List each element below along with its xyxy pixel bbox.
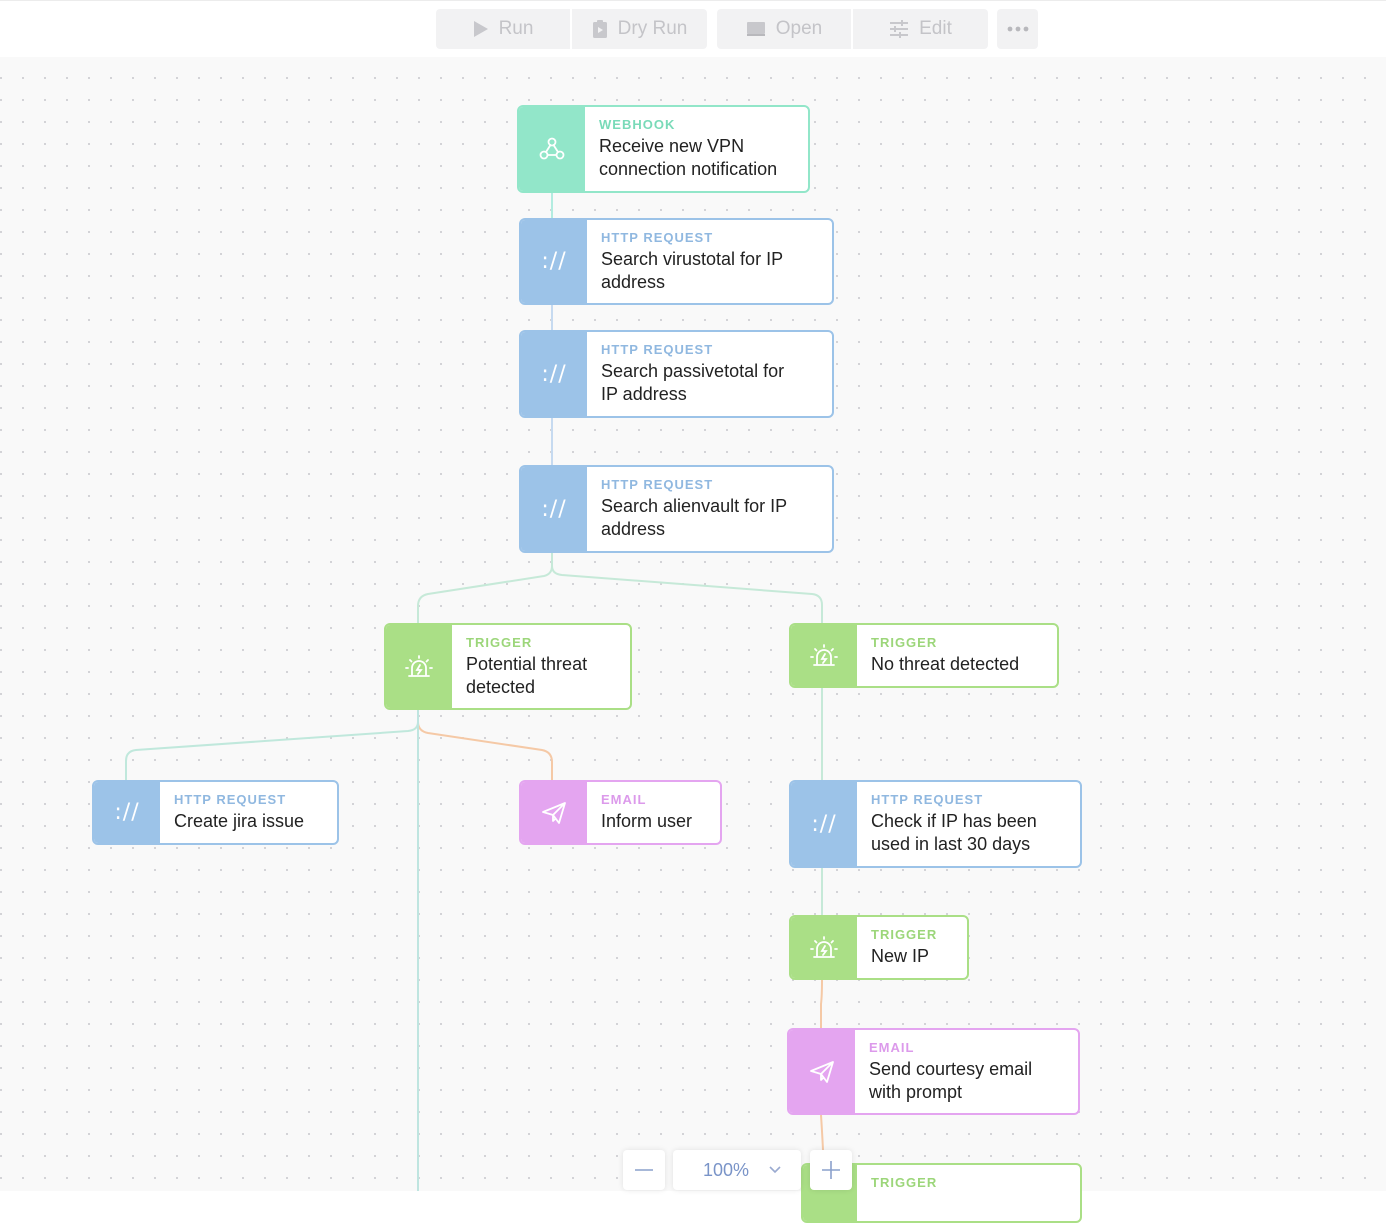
node-trigger-potential-threat[interactable]: TRIGGER Potential threat detected (384, 623, 632, 710)
node-title: Search passivetotal for IP address (601, 361, 785, 404)
node-email-inform-user[interactable]: EMAIL Inform user (519, 780, 722, 845)
node-title: Inform user (601, 811, 693, 831)
node-check-ip-used[interactable]: :// HTTP REQUEST Check if IP has been us… (789, 780, 1082, 868)
node-title: Search virustotal for IP address (601, 249, 784, 292)
edge-threat-jira (125, 710, 419, 780)
zoom-in-button[interactable] (810, 1150, 852, 1190)
node-search-alienvault[interactable]: :// HTTP REQUEST Search alienvault for I… (519, 465, 834, 553)
node-type-label: EMAIL (601, 792, 647, 807)
node-type-label: WEBHOOK (599, 117, 676, 132)
node-webhook-receive-vpn[interactable]: WEBHOOK Receive new VPN connection notif… (517, 105, 810, 193)
siren-alarm-icon (791, 917, 857, 978)
zoom-level-select[interactable]: 100% (673, 1150, 801, 1190)
minus-icon (635, 1169, 653, 1171)
node-title: Search alienvault for IP address (601, 496, 788, 539)
node-title: Create jira issue (174, 811, 305, 831)
siren-alarm-icon (791, 625, 857, 686)
node-type-label: HTTP REQUEST (601, 230, 714, 245)
edge-threat-inform-user (417, 721, 553, 780)
node-type-label: HTTP REQUEST (601, 477, 714, 492)
node-type-label: TRIGGER (871, 927, 938, 942)
siren-alarm-icon (386, 625, 452, 708)
node-title: No threat detected (871, 654, 1020, 674)
node-title: Check if IP has been used in last 30 day… (871, 811, 1037, 854)
plus-icon (822, 1161, 840, 1179)
node-search-passivetotal[interactable]: :// HTTP REQUEST Search passivetotal for… (519, 330, 834, 418)
paper-plane-icon (789, 1030, 855, 1113)
node-type-label: HTTP REQUEST (174, 792, 287, 807)
edge-courtesy-trigger (820, 1114, 824, 1151)
edge-alienvault-no-threat (551, 565, 823, 623)
node-search-virustotal[interactable]: :// HTTP REQUEST Search virustotal for I… (519, 218, 834, 305)
zoom-level: 100% (702, 1159, 750, 1180)
node-email-courtesy[interactable]: EMAIL Send courtesy email with prompt (787, 1028, 1080, 1115)
node-type-label: HTTP REQUEST (601, 342, 714, 357)
node-type-label: TRIGGER (871, 635, 938, 650)
edge-alienvault-potential-threat (417, 553, 553, 623)
chevron-down-icon (769, 1166, 781, 1174)
http-protocol-icon: :// (521, 467, 587, 551)
http-protocol-icon: :// (521, 332, 587, 416)
webhook-icon (519, 107, 585, 191)
node-type-label: HTTP REQUEST (871, 792, 984, 807)
node-trigger-no-threat[interactable]: TRIGGER No threat detected (789, 623, 1059, 688)
node-title: Potential threat detected (466, 654, 588, 697)
http-protocol-icon: :// (521, 220, 587, 303)
paper-plane-icon (521, 782, 587, 843)
edge-new-ip-courtesy (820, 979, 823, 1028)
node-type-label: TRIGGER (466, 635, 533, 650)
node-type-label: EMAIL (869, 1040, 915, 1055)
node-type-label: TRIGGER (871, 1175, 938, 1190)
node-title: Send courtesy email with prompt (869, 1059, 1033, 1102)
node-trigger-new-ip[interactable]: TRIGGER New IP (789, 915, 969, 980)
node-title: New IP (871, 946, 930, 966)
node-title: Receive new VPN connection notification (599, 136, 778, 179)
http-protocol-icon: :// (791, 782, 857, 866)
zoom-out-button[interactable] (623, 1150, 665, 1190)
http-protocol-icon: :// (94, 782, 160, 843)
node-create-jira-issue[interactable]: :// HTTP REQUEST Create jira issue (92, 780, 339, 845)
